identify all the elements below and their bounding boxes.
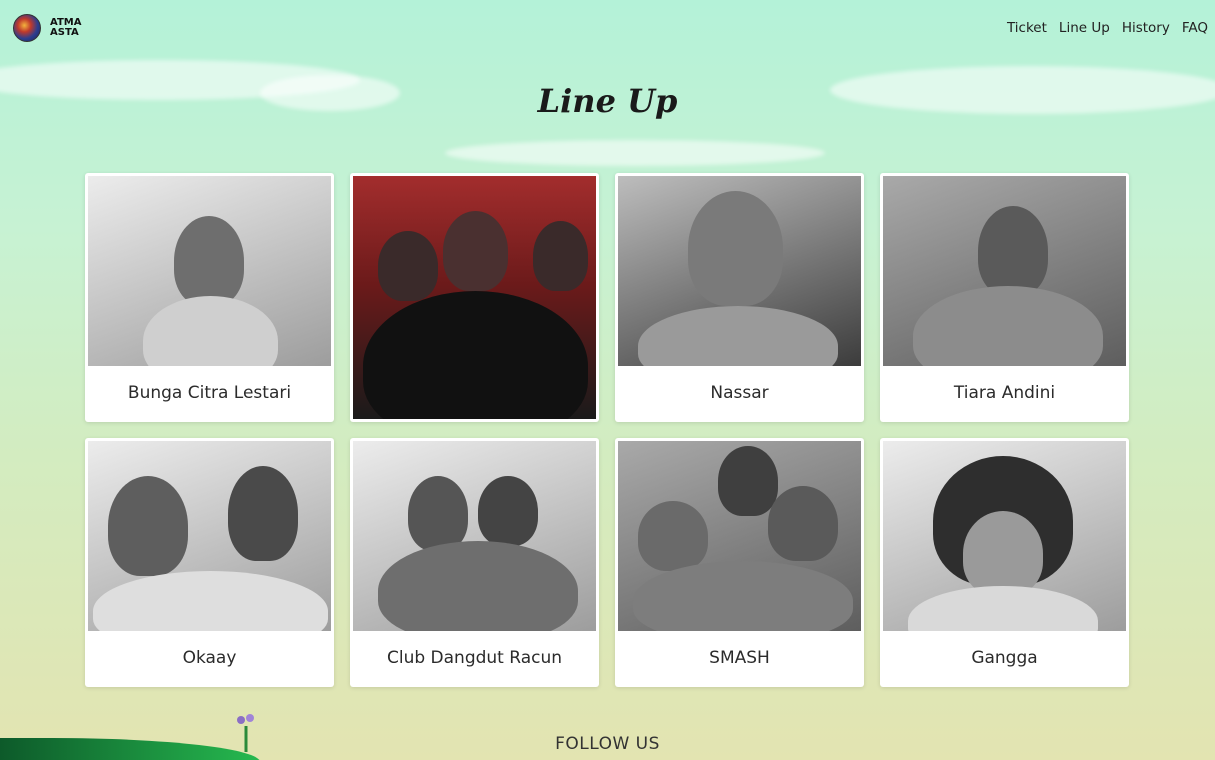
- logo-line-2: ASTA: [50, 27, 79, 38]
- artist-photo: [88, 176, 331, 366]
- site-header: ATMA ASTA Ticket Line Up History FAQ: [0, 0, 1215, 58]
- nav-ticket[interactable]: Ticket: [1007, 20, 1047, 36]
- artist-photo: [883, 176, 1126, 366]
- artist-card[interactable]: Okaay: [85, 438, 334, 687]
- artist-name: Okaay: [182, 647, 237, 668]
- nav-faq[interactable]: FAQ: [1182, 20, 1208, 36]
- artist-card[interactable]: SMASH: [615, 438, 864, 687]
- nav-line-up[interactable]: Line Up: [1059, 20, 1110, 36]
- artist-name: Club Dangdut Racun: [386, 647, 563, 668]
- artist-name: Bunga Citra Lestari: [127, 382, 292, 403]
- artist-card[interactable]: Club Dangdut Racun: [350, 438, 599, 687]
- follow-us-heading: FOLLOW US: [555, 734, 660, 754]
- artist-card[interactable]: Bunga Citra Lestari: [85, 173, 334, 422]
- artist-name: SMASH: [709, 647, 770, 668]
- artist-photo: [618, 441, 861, 631]
- artist-card[interactable]: Gangga: [880, 438, 1129, 687]
- artist-name: Gangga: [971, 647, 1038, 668]
- cloud-decoration: [445, 140, 825, 166]
- artist-photo: [353, 176, 596, 419]
- logo-text: ATMA ASTA: [50, 18, 81, 38]
- artist-photo: [88, 441, 331, 631]
- artist-card[interactable]: Tiara Andini: [880, 173, 1129, 422]
- lineup-grid: Bunga Citra Lestari Nassar Tiara Andini: [85, 173, 1129, 687]
- artist-photo: [618, 176, 861, 366]
- artist-photo: [883, 441, 1126, 631]
- artist-card[interactable]: Nassar: [615, 173, 864, 422]
- artist-name: Nassar: [710, 382, 769, 403]
- artist-photo: [353, 441, 596, 631]
- logo[interactable]: ATMA ASTA: [13, 14, 81, 42]
- nav-history[interactable]: History: [1122, 20, 1170, 36]
- artist-name: Tiara Andini: [953, 382, 1056, 403]
- main-nav: Ticket Line Up History FAQ: [995, 20, 1208, 36]
- artist-card[interactable]: [350, 173, 599, 422]
- page-title: Line Up: [537, 82, 678, 120]
- logo-icon: [13, 14, 41, 42]
